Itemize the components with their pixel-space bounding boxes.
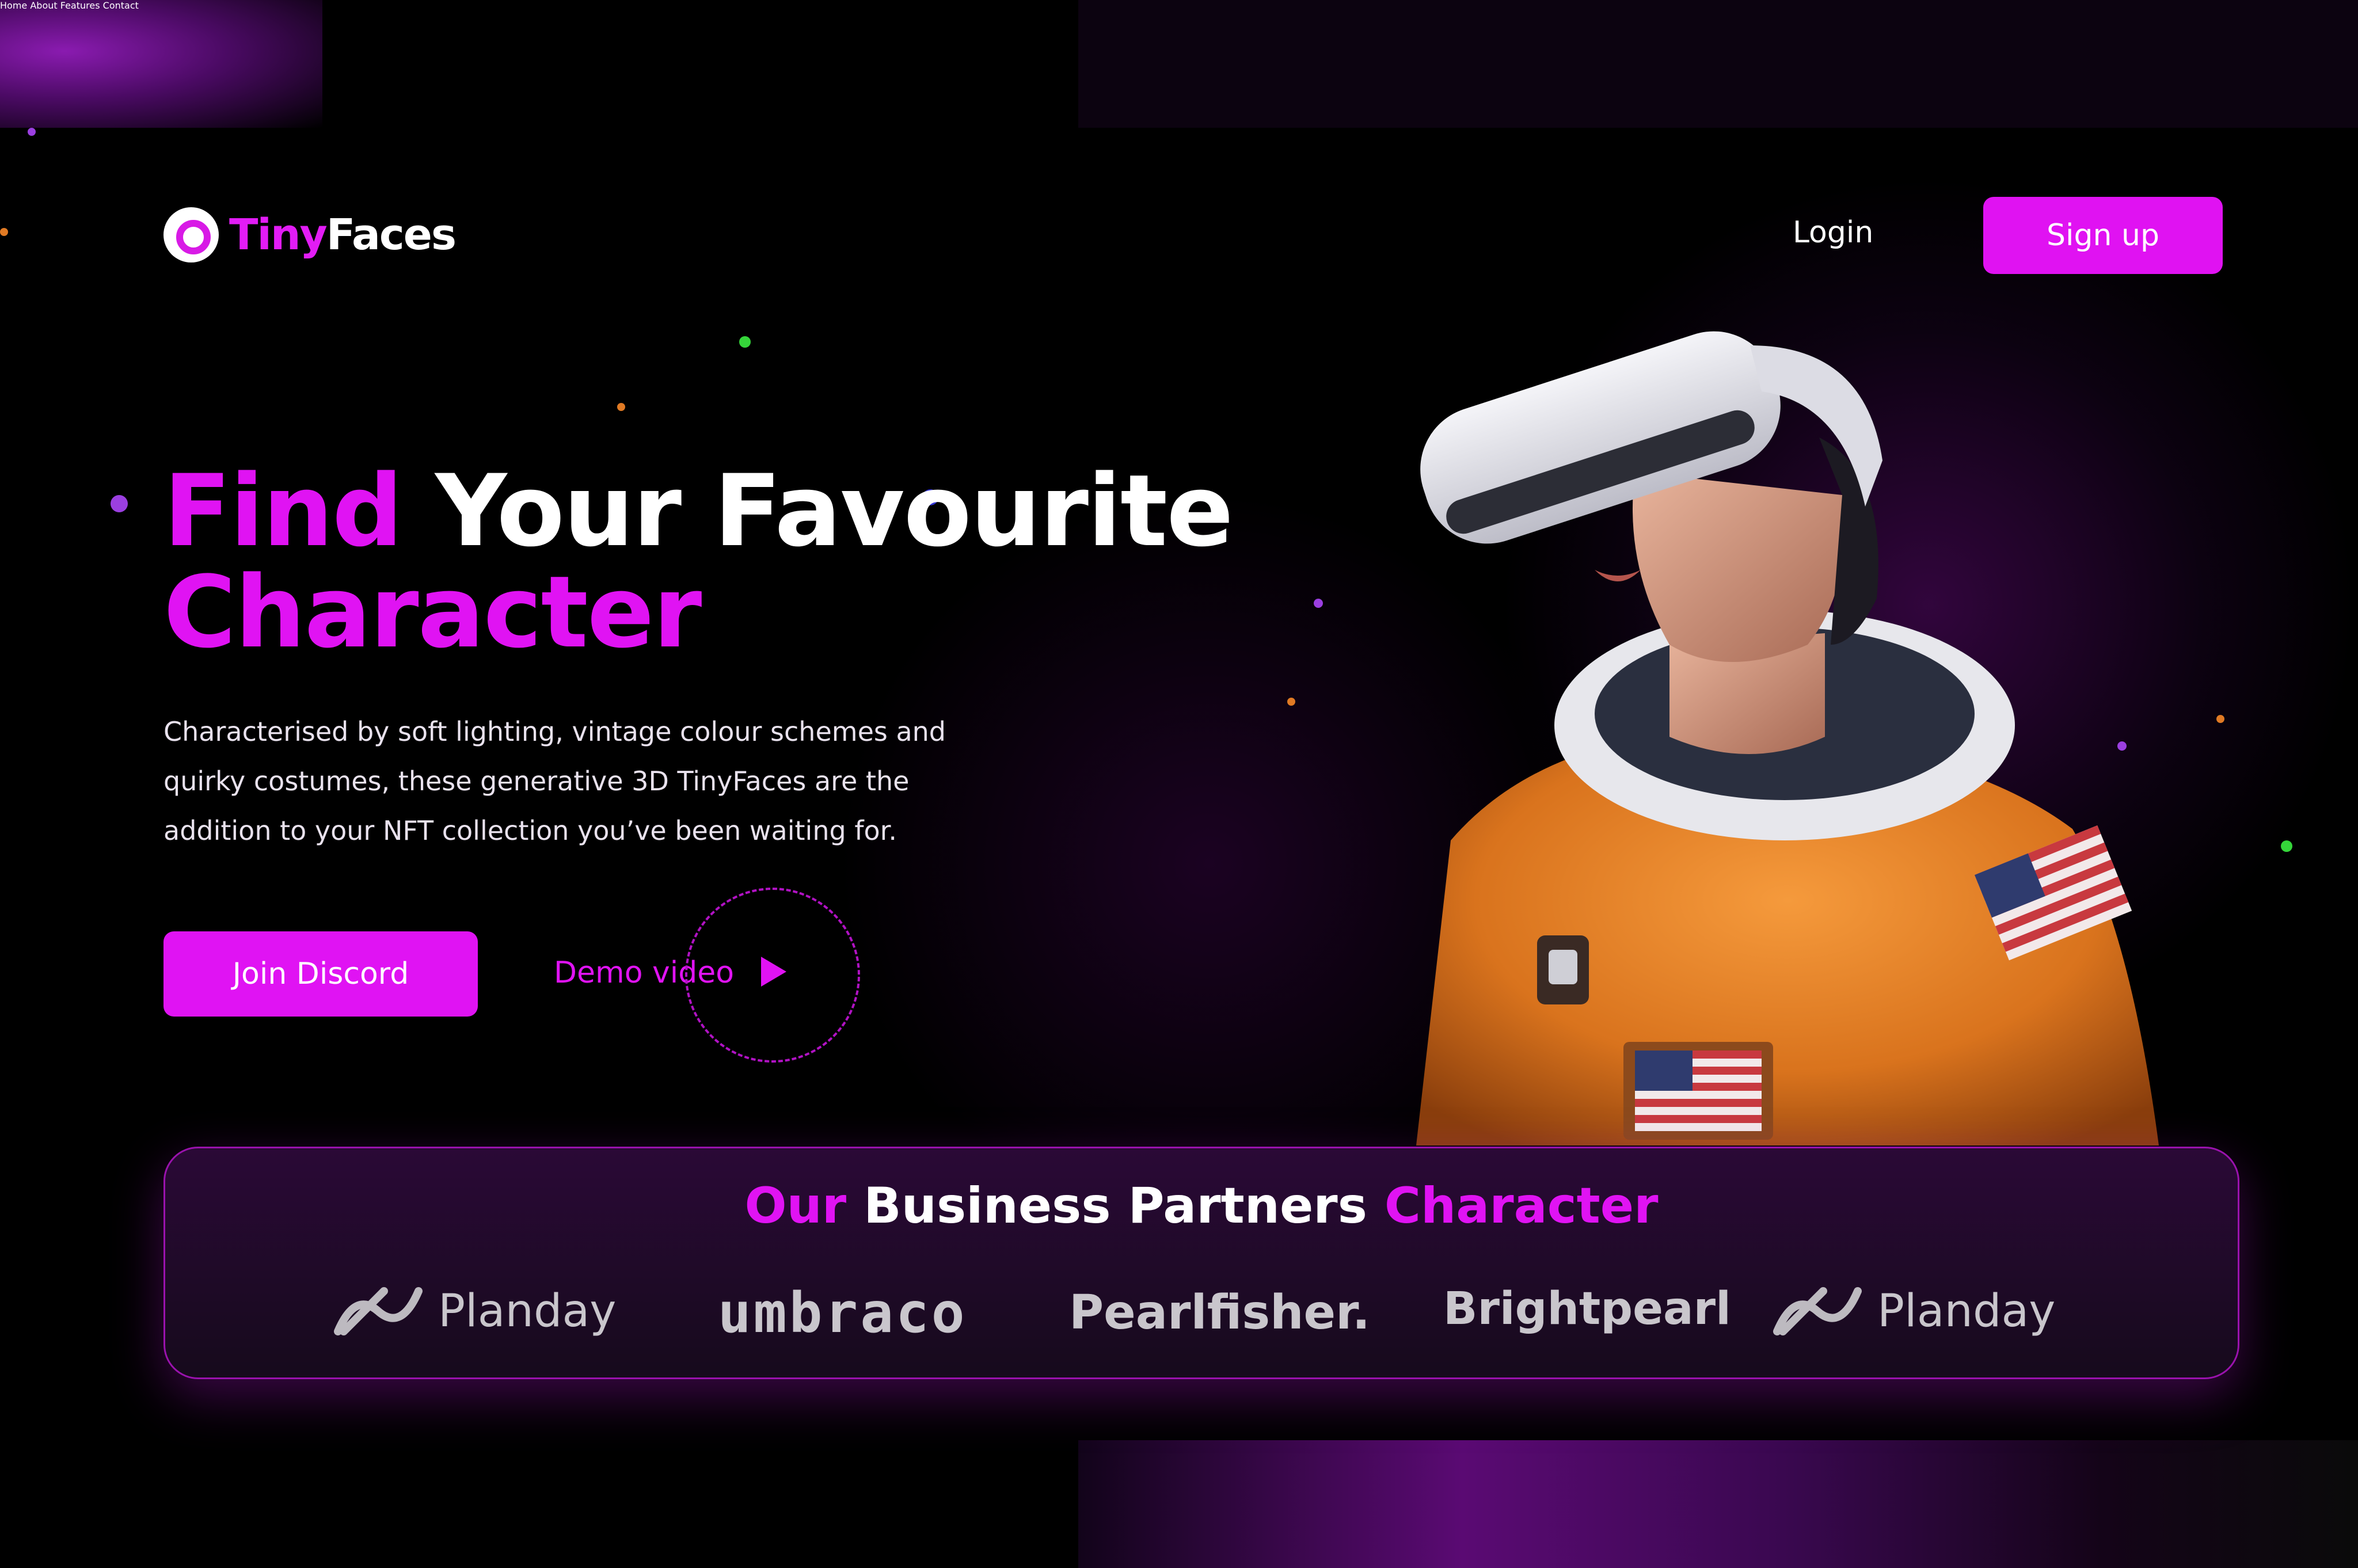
footer-glow-strip [1078, 1440, 2358, 1568]
planday-mark-icon [1773, 1287, 1862, 1335]
sparkle-dot [1287, 698, 1295, 706]
sparkle-dot [111, 495, 128, 512]
site-header: TinyFaces Home About Features Contact Lo… [0, 0, 2358, 274]
sparkle-dot [1314, 599, 1323, 608]
partner-name: Planday [438, 1285, 617, 1337]
partners-title-character: Character [1384, 1177, 1659, 1235]
main-nav: Home About Features Contact [0, 0, 2358, 11]
brand-name-faces: Faces [326, 210, 457, 260]
partner-logos: Planday umbraco Pearlfisher. Brightpearl… [165, 1281, 2238, 1345]
partner-logo-planday-2[interactable]: Planday [1771, 1285, 2055, 1337]
brand-name-tiny: Tiny [229, 210, 328, 260]
nav-home[interactable]: Home [0, 0, 27, 11]
play-icon[interactable] [761, 957, 786, 987]
partner-logo-brightpearl[interactable]: Brightpearl [1443, 1283, 1731, 1335]
sparkle-dot [617, 403, 625, 411]
brand-name: TinyFaces [229, 210, 457, 260]
hero-title-your-favourite: Your Favourite [435, 453, 1234, 569]
partners-title-business: Business Partners [864, 1177, 1367, 1235]
sparkle-dot [2281, 840, 2292, 852]
vr-astronaut-image [1416, 331, 2159, 1145]
hero-title: Find Your Favourite Character [163, 460, 1234, 663]
partners-title-our: Our [744, 1177, 847, 1235]
nav-features[interactable]: Features [60, 0, 100, 11]
sparkle-dot [739, 336, 751, 348]
hero-title-find: Find [163, 453, 403, 569]
hero-title-character: Character [163, 554, 702, 670]
partners-title: Our Business Partners Character [165, 1177, 2238, 1235]
login-link[interactable]: Login [1793, 215, 1873, 250]
signup-button[interactable]: Sign up [1983, 197, 2223, 274]
partners-panel: Our Business Partners Character Planday … [163, 1147, 2239, 1379]
partner-logo-planday[interactable]: Planday [332, 1285, 616, 1337]
brand-logo[interactable]: TinyFaces [163, 207, 457, 262]
nav-about[interactable]: About [30, 0, 57, 11]
sparkle-dot [2216, 715, 2224, 723]
hero-description: Characterised by soft lighting, vintage … [163, 716, 946, 846]
partner-logo-pearlfisher[interactable]: Pearlfisher. [1069, 1285, 1370, 1340]
partner-logo-umbraco[interactable]: umbraco [718, 1281, 967, 1345]
tinyfaces-logo-icon [163, 207, 219, 262]
partner-name: Planday [1877, 1285, 2056, 1337]
planday-mark-icon [334, 1287, 423, 1335]
nav-contact[interactable]: Contact [103, 0, 139, 11]
join-discord-button[interactable]: Join Discord [163, 931, 478, 1017]
